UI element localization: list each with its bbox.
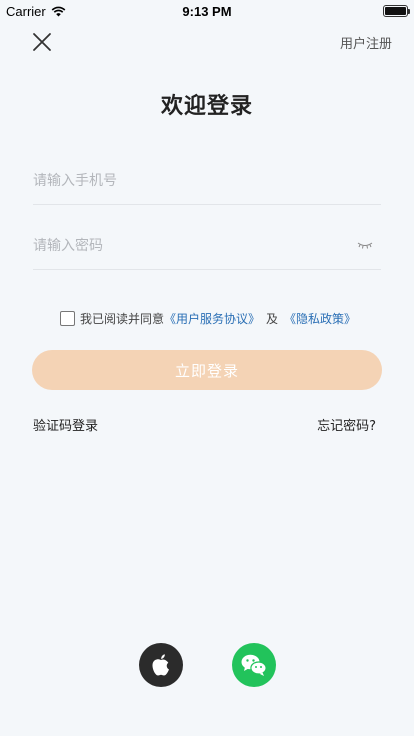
sms-login-link[interactable]: 验证码登录 <box>33 415 98 434</box>
eye-closed-icon[interactable] <box>357 241 373 251</box>
login-button[interactable]: 立即登录 <box>32 350 382 390</box>
agreement-checkbox[interactable] <box>60 311 75 326</box>
password-field-container <box>33 222 381 270</box>
phone-field-container <box>33 157 381 205</box>
register-link[interactable]: 用户注册 <box>340 33 392 52</box>
close-icon <box>33 33 51 51</box>
status-left: Carrier <box>6 4 66 19</box>
apple-icon <box>152 654 169 676</box>
agreement-row: 我已阅读并同意 《用户服务协议》 及 《隐私政策》 <box>60 310 356 327</box>
page-title: 欢迎登录 <box>160 94 253 119</box>
forgot-password-link[interactable]: 忘记密码? <box>317 415 376 434</box>
wechat-login-button[interactable] <box>232 643 276 687</box>
privacy-policy-link[interactable]: 《隐私政策》 <box>284 310 356 327</box>
agreement-prefix: 我已阅读并同意 <box>80 312 165 326</box>
battery-icon <box>383 5 410 17</box>
close-button[interactable] <box>30 30 54 54</box>
password-input[interactable] <box>33 222 381 269</box>
agreement-separator: 及 <box>266 312 279 326</box>
apple-login-button[interactable] <box>139 643 183 687</box>
carrier-label: Carrier <box>6 3 46 19</box>
phone-input[interactable] <box>33 157 381 204</box>
service-agreement-link[interactable]: 《用户服务协议》 <box>164 310 260 327</box>
wechat-icon <box>241 654 267 676</box>
status-bar: Carrier 9:13 PM <box>0 0 414 22</box>
battery-fill <box>385 7 406 15</box>
wifi-icon <box>51 6 66 16</box>
